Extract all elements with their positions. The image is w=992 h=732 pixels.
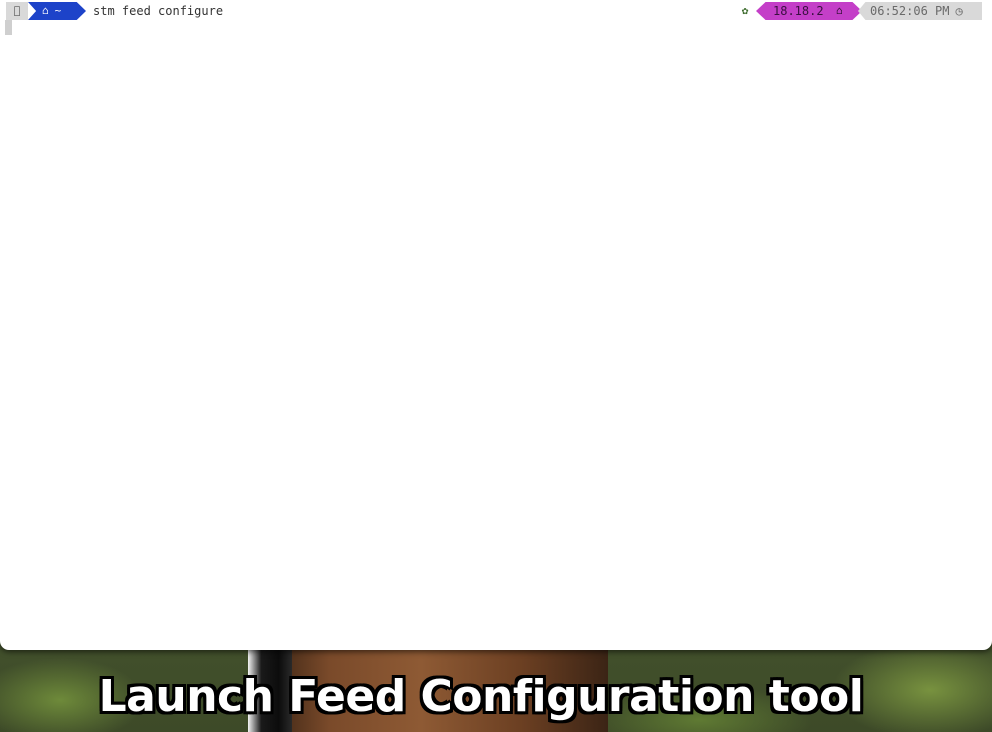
terminal-cursor: [5, 20, 12, 35]
node-version: 18.18.2: [773, 4, 824, 18]
node-icon: ⌂: [836, 4, 843, 17]
clock-icon: ◷: [955, 4, 963, 18]
home-icon: ⌂: [42, 4, 49, 17]
home-directory-segment: ⌂ ~: [28, 2, 86, 20]
terminal-window[interactable]:  ⌂~ stm feed configure ✿ 18.18.2 ⌂ 06:5…: [0, 0, 992, 650]
prompt-line:  ⌂~ stm feed configure ✿ 18.18.2 ⌂ 06:5…: [0, 0, 992, 22]
node-version-segment: 18.18.2 ⌂: [756, 2, 862, 20]
directory-label: ~: [54, 4, 62, 17]
video-caption: Launch Feed Configuration tool: [98, 671, 864, 722]
command-text: stm feed configure: [93, 4, 224, 18]
leaf-icon: ✿: [741, 4, 749, 17]
time-segment: 06:52:06 PM ◷: [858, 2, 982, 20]
apple-icon: : [6, 2, 28, 20]
time-text: 06:52:06 PM: [870, 4, 950, 18]
